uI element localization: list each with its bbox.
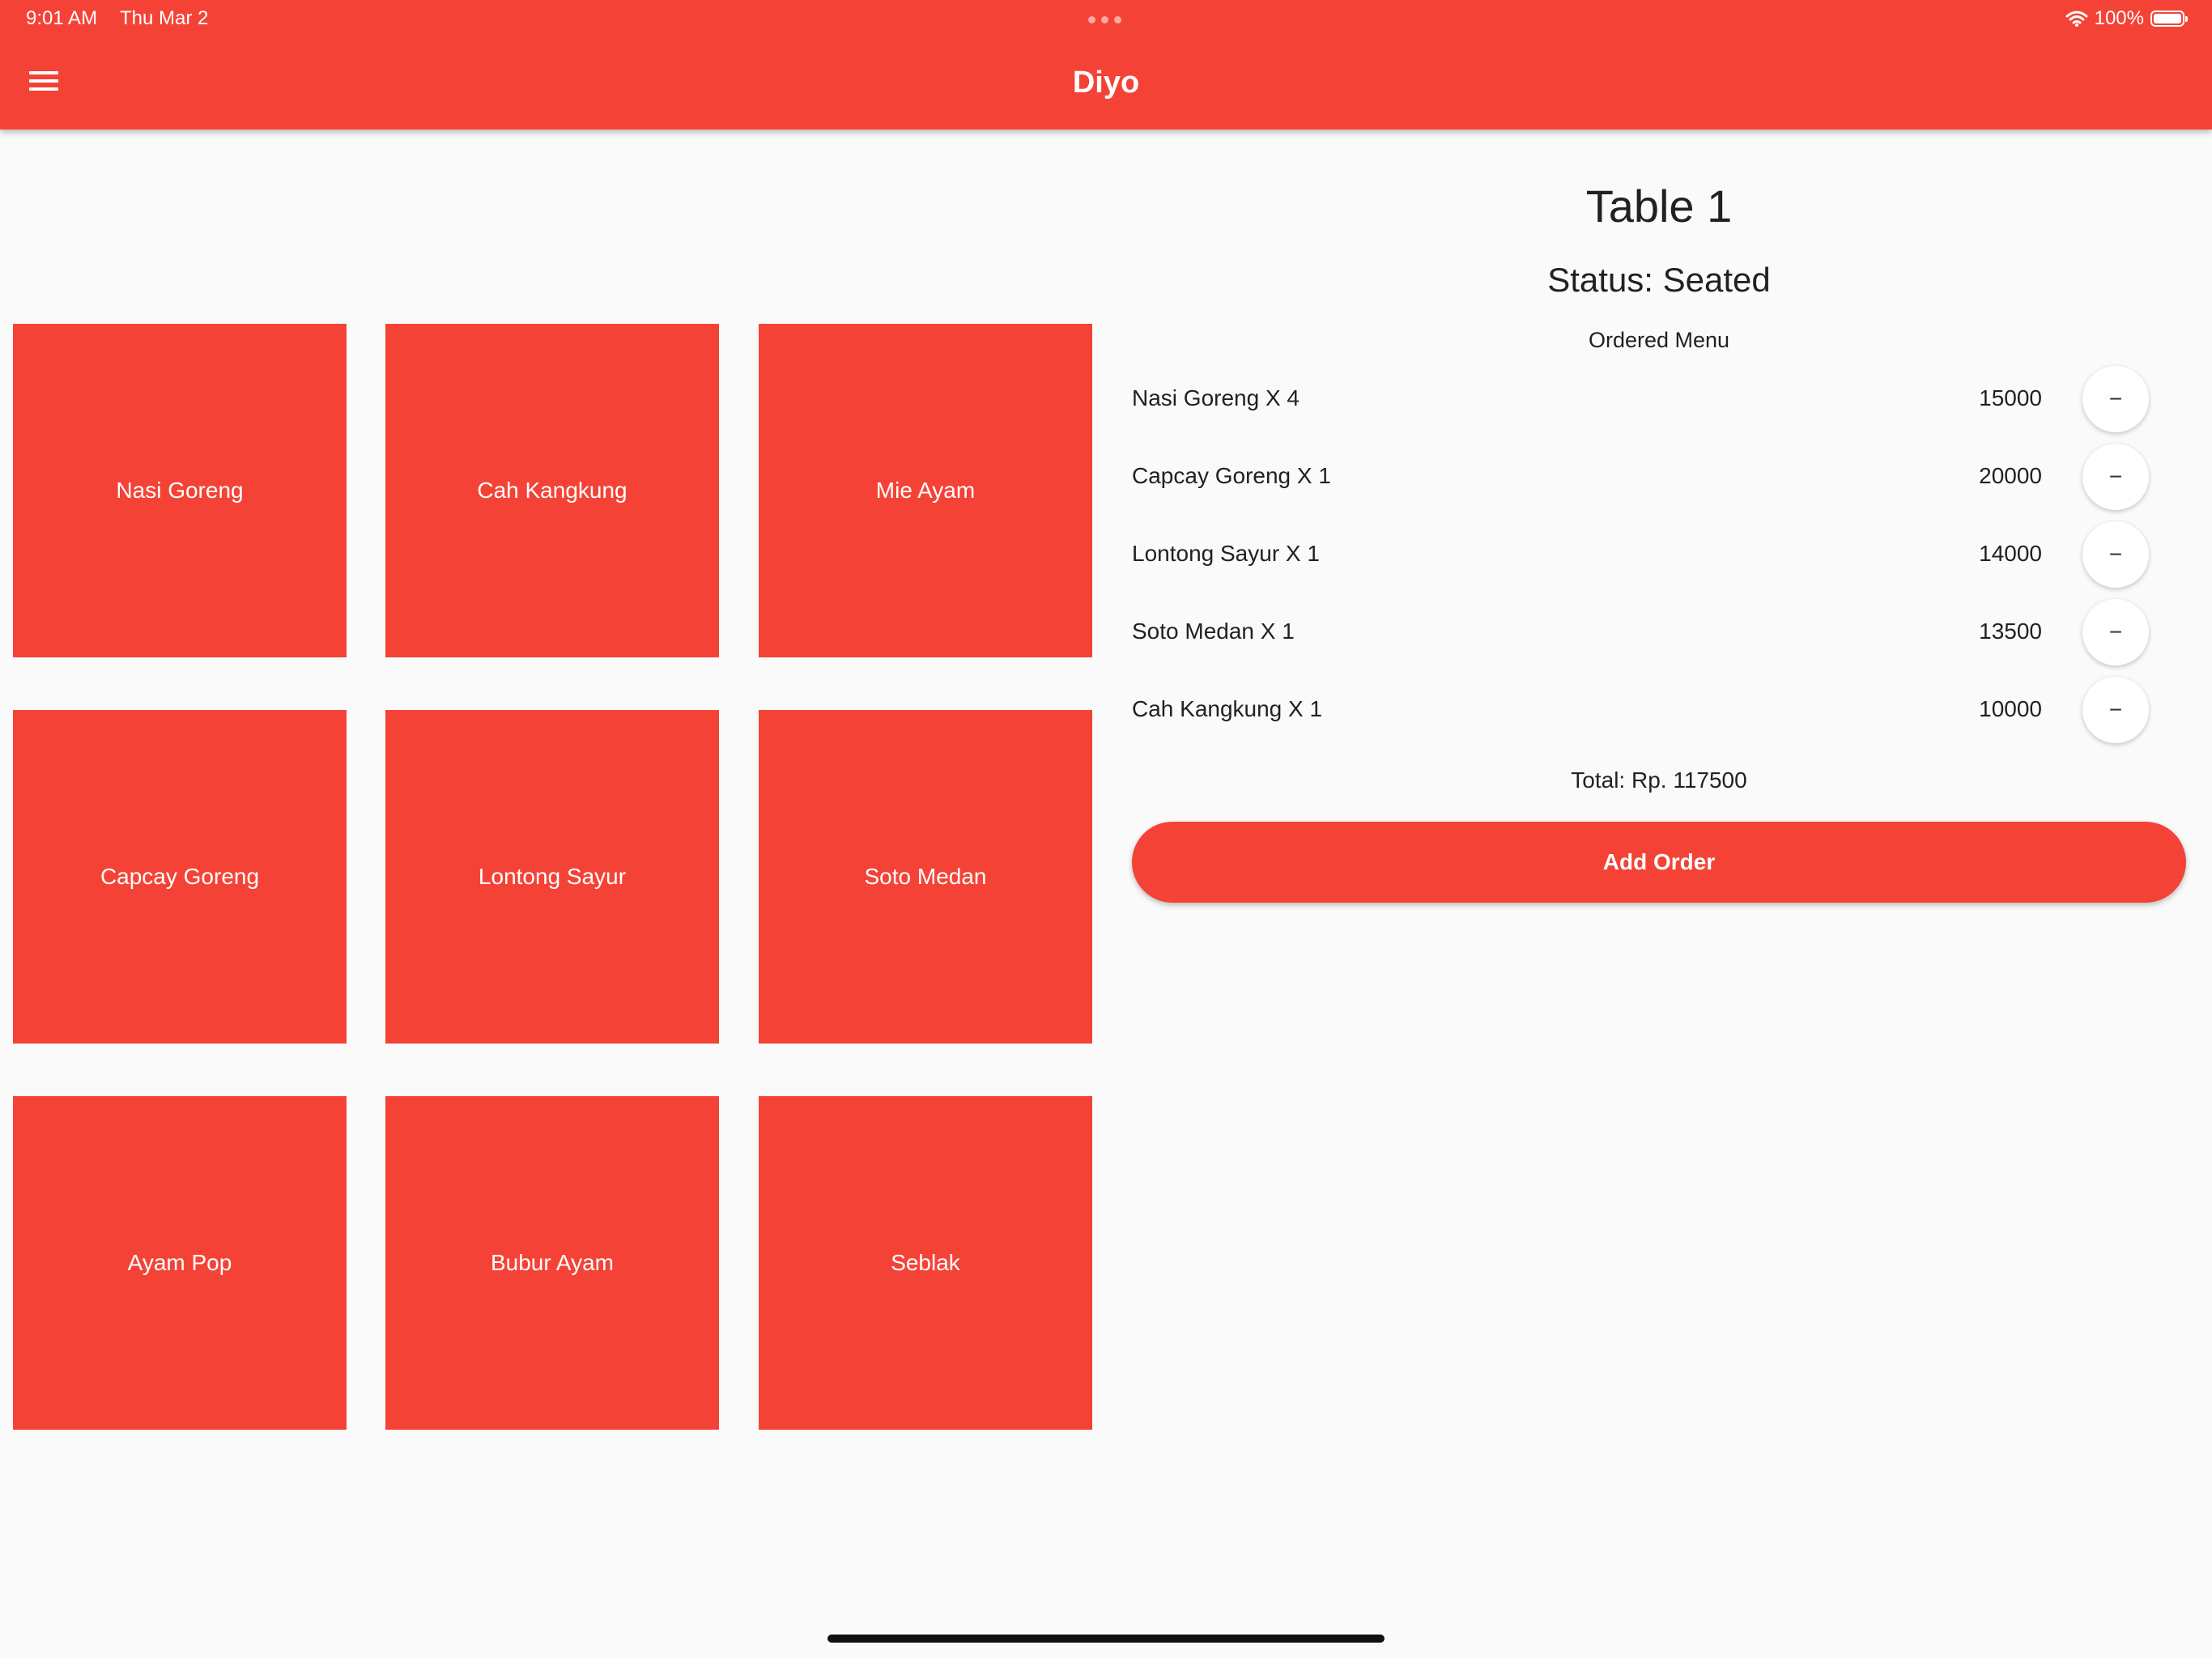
battery-percent: 100% bbox=[2094, 7, 2144, 29]
ordered-menu-list: Nasi Goreng X 4 15000 − Capcay Goreng X … bbox=[1132, 361, 2186, 750]
add-order-button[interactable]: Add Order bbox=[1132, 822, 2186, 903]
remove-item-button[interactable]: − bbox=[2082, 444, 2149, 510]
order-item-name: Lontong Sayur X 1 bbox=[1132, 541, 1320, 566]
order-item-name: Capcay Goreng X 1 bbox=[1132, 463, 1331, 488]
minus-icon: − bbox=[2108, 697, 2123, 722]
battery-icon bbox=[2150, 11, 2188, 27]
multitasking-dots-icon[interactable] bbox=[1088, 16, 1124, 23]
menu-tile-cah-kangkung[interactable]: Cah Kangkung bbox=[385, 324, 719, 657]
order-item-name: Soto Medan X 1 bbox=[1132, 619, 1295, 644]
status-date: Thu Mar 2 bbox=[120, 7, 209, 29]
ordered-menu-heading: Ordered Menu bbox=[1588, 328, 1730, 352]
menu-tile-soto-medan[interactable]: Soto Medan bbox=[759, 710, 1092, 1044]
order-item-price: 13500 bbox=[1979, 619, 2042, 644]
order-item-row: Nasi Goreng X 4 15000 − bbox=[1132, 361, 2186, 439]
menu-tile-seblak[interactable]: Seblak bbox=[759, 1096, 1092, 1430]
status-right-group: 100% bbox=[2065, 6, 2188, 31]
remove-item-button[interactable]: − bbox=[2082, 677, 2149, 743]
order-panel: Table 1 Status: Seated Ordered Menu Nasi… bbox=[1132, 130, 2186, 939]
wifi-icon bbox=[2065, 11, 2088, 27]
home-indicator[interactable] bbox=[827, 1635, 1385, 1643]
remove-item-button[interactable]: − bbox=[2082, 599, 2149, 665]
menu-tile-ayam-pop[interactable]: Ayam Pop bbox=[13, 1096, 347, 1430]
order-total: Total: Rp. 117500 bbox=[1571, 767, 1747, 793]
remove-item-button[interactable]: − bbox=[2082, 366, 2149, 432]
table-status: Status: Seated bbox=[1547, 261, 1771, 299]
order-item-name: Cah Kangkung X 1 bbox=[1132, 696, 1323, 721]
app-bar: 9:01 AM Thu Mar 2 100% Diyo bbox=[0, 0, 2212, 130]
order-item-price: 10000 bbox=[1979, 696, 2042, 721]
minus-icon: − bbox=[2108, 619, 2123, 644]
order-item-row: Soto Medan X 1 13500 − bbox=[1132, 594, 2186, 672]
app-title: Diyo bbox=[1072, 66, 1140, 100]
menu-tile-mie-ayam[interactable]: Mie Ayam bbox=[759, 324, 1092, 657]
remove-item-button[interactable]: − bbox=[2082, 521, 2149, 588]
minus-icon: − bbox=[2108, 464, 2123, 489]
order-item-name: Nasi Goreng X 4 bbox=[1132, 385, 1300, 410]
order-item-price: 20000 bbox=[1979, 463, 2042, 488]
menu-grid: Nasi Goreng Cah Kangkung Mie Ayam Capcay… bbox=[13, 324, 1093, 1430]
menu-tile-nasi-goreng[interactable]: Nasi Goreng bbox=[13, 324, 347, 657]
order-item-price: 14000 bbox=[1979, 541, 2042, 566]
menu-tile-capcay-goreng[interactable]: Capcay Goreng bbox=[13, 710, 347, 1044]
menu-tile-lontong-sayur[interactable]: Lontong Sayur bbox=[385, 710, 719, 1044]
order-item-row: Cah Kangkung X 1 10000 − bbox=[1132, 672, 2186, 750]
order-item-price: 15000 bbox=[1979, 385, 2042, 410]
order-item-row: Capcay Goreng X 1 20000 − bbox=[1132, 439, 2186, 517]
minus-icon: − bbox=[2108, 542, 2123, 567]
status-time: 9:01 AM bbox=[26, 7, 98, 29]
table-title: Table 1 bbox=[1585, 181, 1733, 232]
order-item-row: Lontong Sayur X 1 14000 − bbox=[1132, 517, 2186, 594]
menu-tile-bubur-ayam[interactable]: Bubur Ayam bbox=[385, 1096, 719, 1430]
minus-icon: − bbox=[2108, 386, 2123, 411]
